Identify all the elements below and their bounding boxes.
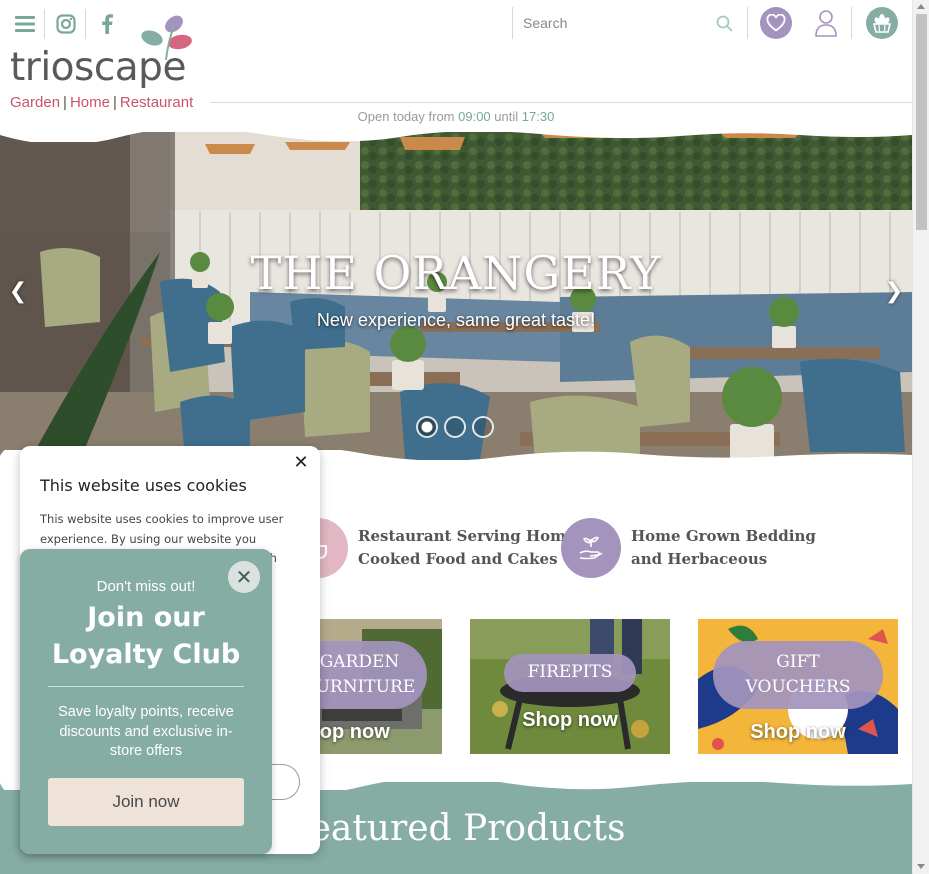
loyalty-heading-line: Loyalty Club [51, 639, 241, 670]
menu-icon[interactable] [14, 13, 36, 35]
divider [851, 7, 852, 39]
feature-line: and Herbaceous [631, 550, 768, 568]
feature-restaurant-text: Restaurant Serving Home- Cooked Food and… [358, 525, 582, 571]
tile-shop-link[interactable]: Shop now [470, 709, 670, 732]
feature-bedding: Home Grown Bedding and Herbaceous [561, 518, 816, 578]
plant-hand-icon [561, 518, 621, 578]
tile-label-line: VOUCHERS [745, 677, 851, 697]
open-time: 09:00 [458, 109, 491, 124]
opening-prefix: Open today from [357, 109, 455, 124]
scroll-up-icon[interactable] [917, 4, 925, 9]
tile-firepits[interactable]: FIREPITS Shop now [470, 619, 670, 754]
wishlist-button[interactable] [760, 7, 792, 39]
carousel-dot[interactable] [416, 416, 438, 438]
opening-mid: until [494, 109, 519, 124]
close-time: 17:30 [521, 109, 555, 124]
carousel-prev-icon[interactable]: ❮ [8, 280, 28, 304]
account-button[interactable] [810, 7, 842, 39]
scroll-down-icon[interactable] [917, 864, 925, 869]
basket-button[interactable] [866, 7, 898, 39]
tile-shop-link[interactable]: Shop now [698, 721, 898, 744]
torn-edge-top [0, 132, 912, 142]
user-icon [815, 10, 837, 37]
carousel-next-icon[interactable]: ❯ [884, 280, 904, 304]
instagram-icon[interactable] [55, 13, 77, 35]
loyalty-description: Save loyalty points, receive discounts a… [58, 704, 234, 759]
tile-label-line: GIFT [776, 652, 820, 672]
tile-label: GIFT VOUCHERS [713, 641, 883, 709]
close-icon[interactable]: ✕ [292, 454, 310, 472]
opening-hours: Open today from 09:00 until 17:30 [0, 109, 912, 124]
search-input[interactable] [523, 11, 713, 35]
carousel-dot[interactable] [444, 416, 466, 438]
divider [44, 9, 45, 39]
hero-carousel[interactable]: THE ORANGERY New experience, same great … [0, 132, 912, 460]
loyalty-kicker: Don't miss out! [96, 578, 196, 595]
cookie-title: This website uses cookies [40, 476, 247, 495]
basket-icon [872, 14, 892, 33]
top-icons [14, 9, 126, 39]
feature-line: Cooked Food and Cakes [358, 550, 558, 568]
loyalty-popup: ✕ Don't miss out! Join our Loyalty Club … [20, 549, 272, 854]
feature-restaurant: Restaurant Serving Home- Cooked Food and… [288, 518, 582, 578]
hero-title: THE ORANGERY [250, 246, 662, 300]
loyalty-heading: Join our Loyalty Club [20, 599, 272, 673]
page: trioscape Garden | Home | Restaurant Open to… [0, 0, 929, 874]
tile-gift-vouchers[interactable]: GIFT VOUCHERS Shop now [698, 619, 898, 754]
scrollbar[interactable] [912, 0, 929, 874]
feature-bedding-text: Home Grown Bedding and Herbaceous [631, 525, 816, 571]
heart-icon [766, 14, 786, 32]
divider [85, 9, 86, 39]
search-box [512, 7, 748, 39]
loyalty-heading-line: Join our [87, 602, 205, 633]
carousel-dots [416, 416, 500, 438]
join-now-button[interactable]: Join now [48, 778, 244, 826]
site-header: trioscape Garden | Home | Restaurant Open to… [0, 0, 912, 132]
search-icon[interactable] [716, 15, 733, 36]
feature-line: Restaurant Serving Home- [358, 527, 582, 545]
feature-line: Home Grown Bedding [631, 527, 816, 545]
tile-label: FIREPITS [504, 654, 636, 692]
tile-label-line: FIREPITS [527, 662, 613, 682]
header-rule [210, 102, 912, 103]
scrollbar-thumb[interactable] [916, 14, 927, 230]
divider [48, 686, 244, 687]
facebook-icon[interactable] [96, 13, 118, 35]
logo-wordmark: trioscape [10, 45, 186, 90]
carousel-dot[interactable] [472, 416, 494, 438]
hero-subtitle: New experience, same great taste! [316, 310, 596, 330]
